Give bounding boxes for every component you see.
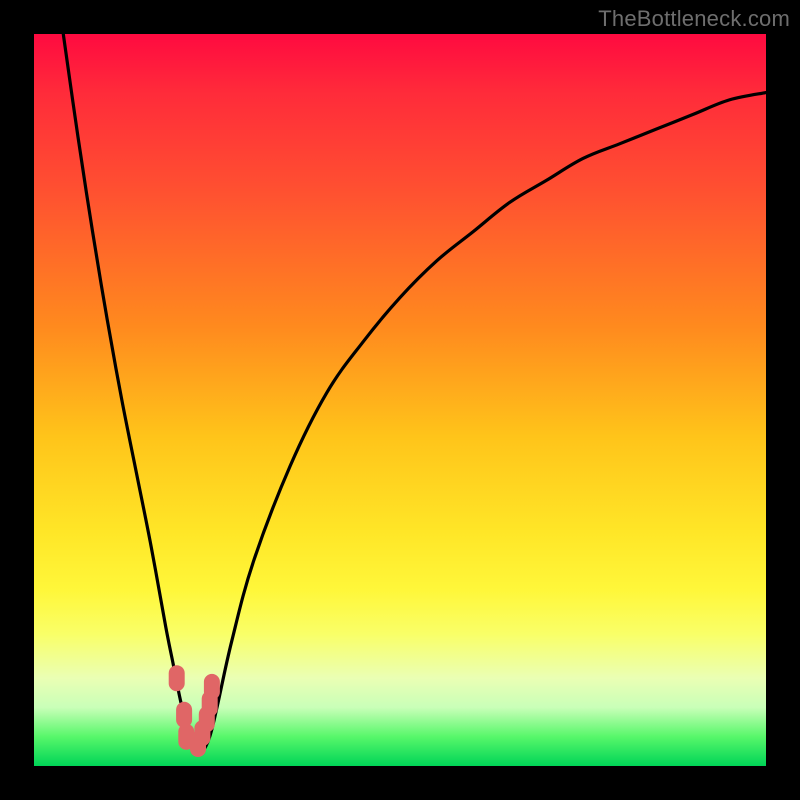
plot-area bbox=[34, 34, 766, 766]
chart-frame: TheBottleneck.com bbox=[0, 0, 800, 800]
marker-dot bbox=[204, 674, 220, 700]
bottleneck-curve-svg bbox=[34, 34, 766, 766]
bottleneck-curve bbox=[63, 34, 766, 754]
marker-dot bbox=[169, 665, 185, 691]
watermark-text: TheBottleneck.com bbox=[598, 6, 790, 32]
marker-group bbox=[169, 665, 220, 757]
marker-dot bbox=[176, 702, 192, 728]
